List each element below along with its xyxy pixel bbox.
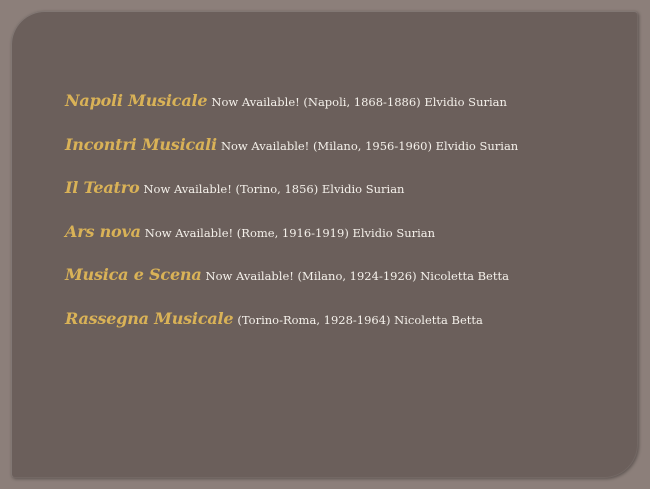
journal-list: Napoli Musicale Now Available! (Napoli, 1… — [65, 87, 518, 348]
journal-title: Rassegna Musicale — [65, 308, 234, 328]
journal-detail: Now Available! (Torino, 1856) Elvidio Su… — [143, 182, 405, 196]
journal-title: Napoli Musicale — [65, 91, 208, 110]
list-item: Ars nova Now Available! (Rome, 1916-1919)… — [65, 218, 518, 262]
journal-title: Musica e Scena — [65, 265, 202, 284]
journal-title: Incontri Musicali — [65, 134, 217, 154]
list-item: Incontri Musicali Now Available! (Milano,… — [65, 131, 518, 175]
list-item: Musica e Scena Now Available! (Milano, 19… — [65, 261, 518, 305]
journal-title: Il Teatro — [65, 178, 140, 197]
journal-detail: (Torino-Roma, 1928-1964) Nicoletta Betta — [237, 312, 483, 327]
list-item: Il Teatro Now Available! (Torino, 1856) E… — [65, 174, 518, 218]
journal-title: Ars nova — [65, 221, 141, 241]
journal-detail: Now Available! (Napoli, 1868-1886) Elvid… — [211, 95, 507, 109]
slide-panel: Napoli Musicale Now Available! (Napoli, 1… — [11, 11, 638, 478]
list-item: Napoli Musicale Now Available! (Napoli, 1… — [65, 87, 518, 131]
journal-detail: Now Available! (Milano, 1956-1960) Elvid… — [220, 138, 519, 153]
list-item: Rassegna Musicale (Torino-Roma, 1928-1964… — [65, 305, 518, 349]
journal-detail: Now Available! (Milano, 1924-1926) Nicol… — [205, 269, 509, 283]
journal-detail: Now Available! (Rome, 1916-1919) Elvidio… — [144, 225, 436, 240]
